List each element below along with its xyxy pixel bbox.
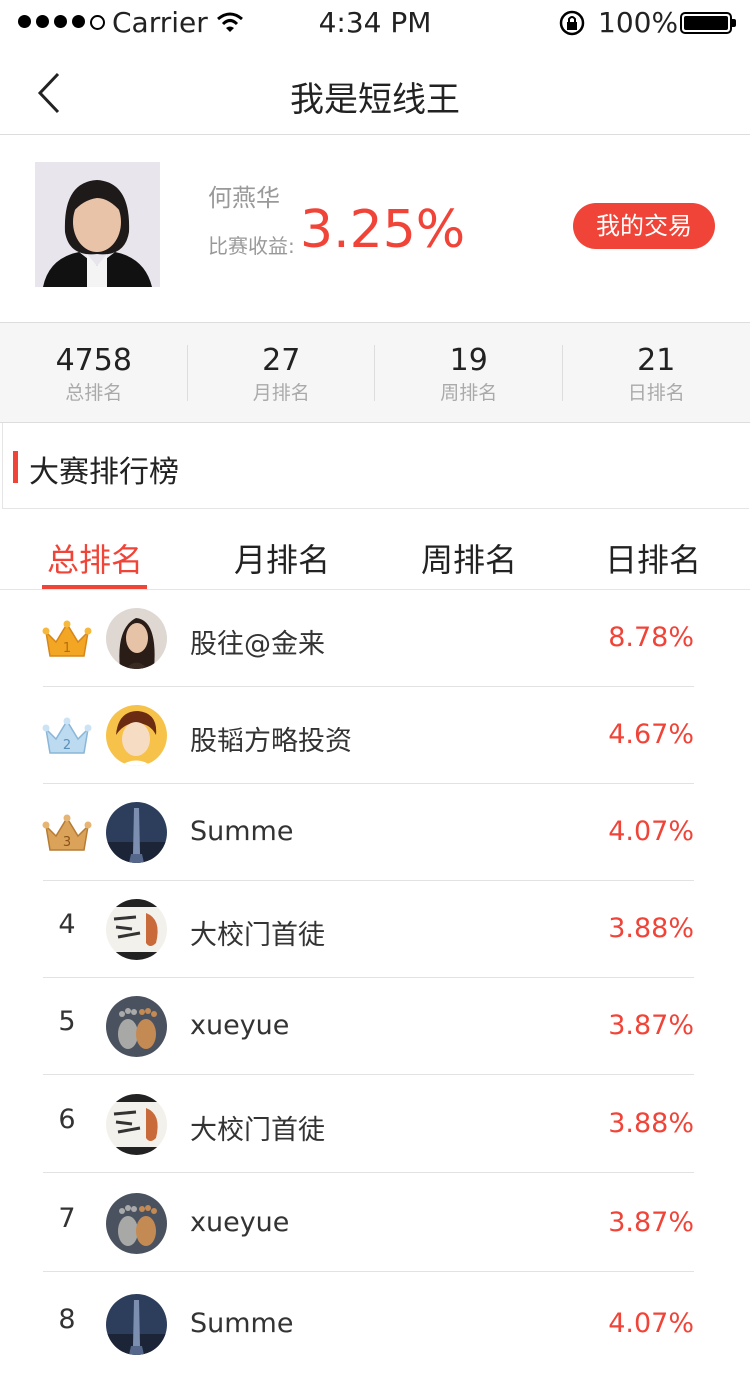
stat-value: 27 xyxy=(188,343,376,378)
my-trades-button[interactable]: 我的交易 xyxy=(573,203,715,249)
divider xyxy=(43,1172,694,1173)
return-label: 比赛收益: xyxy=(208,230,295,259)
list-item[interactable]: 5 xueyue 3.87% xyxy=(0,978,750,1075)
user-avatar xyxy=(106,899,167,960)
nav-bar: 我是短线王 xyxy=(0,48,750,135)
tab-total-rank[interactable]: 总排名 xyxy=(30,535,160,581)
rank-number: 6 xyxy=(40,1104,94,1135)
list-item[interactable]: 3 Summe 4.07% xyxy=(0,784,750,881)
user-name: 股往@金来 xyxy=(190,622,325,661)
svg-text:2: 2 xyxy=(63,738,71,753)
stat-label: 总排名 xyxy=(0,378,188,405)
gold-crown-icon: 1 xyxy=(42,620,92,660)
profile-name: 何燕华 xyxy=(208,178,280,213)
page-title: 我是短线王 xyxy=(0,72,750,121)
user-name: Summe xyxy=(190,816,293,847)
stat-label: 月排名 xyxy=(188,378,376,405)
divider xyxy=(43,1074,694,1075)
rotation-lock-icon xyxy=(558,9,586,37)
user-avatar xyxy=(106,1193,167,1254)
user-return: 3.88% xyxy=(608,913,694,944)
stat-total-rank: 4758 总排名 xyxy=(0,323,188,422)
user-avatar xyxy=(106,1094,167,1155)
profile-avatar xyxy=(35,162,160,287)
divider xyxy=(43,1271,694,1272)
user-return: 3.87% xyxy=(608,1207,694,1238)
user-name: 大校门首徒 xyxy=(190,913,325,952)
user-return: 8.78% xyxy=(608,622,694,653)
active-tab-indicator xyxy=(42,585,147,589)
ranking-tabs: 总排名 月排名 周排名 日排名 xyxy=(0,509,750,590)
user-name: 股韬方略投资 xyxy=(190,719,352,758)
user-avatar xyxy=(106,996,167,1057)
silver-crown-icon: 2 xyxy=(42,717,92,757)
bronze-crown-icon: 3 xyxy=(42,814,92,854)
user-avatar xyxy=(106,705,167,766)
status-bar: Carrier 4:34 PM 100% xyxy=(0,0,750,48)
user-return: 4.07% xyxy=(608,816,694,847)
leaderboard-section-header: 大赛排行榜 xyxy=(2,423,749,509)
user-name: Summe xyxy=(190,1308,293,1339)
stat-value: 4758 xyxy=(0,343,188,378)
user-return: 4.67% xyxy=(608,719,694,750)
list-item[interactable]: 4 大校门首徒 3.88% xyxy=(0,881,750,978)
svg-text:1: 1 xyxy=(63,641,71,656)
user-name: xueyue xyxy=(190,1010,289,1041)
list-item[interactable]: 1 股往@金来 8.78% xyxy=(0,590,750,687)
profile-card: 何燕华 比赛收益: 3.25% 我的交易 xyxy=(0,134,750,322)
list-item[interactable]: 8 Summe 4.07% xyxy=(0,1276,750,1373)
stat-day-rank: 21 日排名 xyxy=(563,323,750,422)
user-name: 大校门首徒 xyxy=(190,1108,325,1147)
user-avatar xyxy=(106,608,167,669)
stat-month-rank: 27 月排名 xyxy=(188,323,376,422)
user-return: 3.88% xyxy=(608,1108,694,1139)
battery-icon xyxy=(680,12,732,34)
stat-value: 21 xyxy=(563,343,750,378)
list-item[interactable]: 7 xueyue 3.87% xyxy=(0,1175,750,1272)
tab-week-rank[interactable]: 周排名 xyxy=(404,535,534,581)
list-item[interactable]: 2 股韬方略投资 4.67% xyxy=(0,687,750,784)
section-title: 大赛排行榜 xyxy=(29,447,179,491)
user-avatar xyxy=(106,802,167,863)
rank-number: 5 xyxy=(40,1006,94,1037)
list-item[interactable]: 6 大校门首徒 3.88% xyxy=(0,1076,750,1173)
user-return: 3.87% xyxy=(608,1010,694,1041)
tab-month-rank[interactable]: 月排名 xyxy=(217,535,347,581)
stat-label: 日排名 xyxy=(563,378,750,405)
stat-week-rank: 19 周排名 xyxy=(375,323,563,422)
rank-stats: 4758 总排名 27 月排名 19 周排名 21 日排名 xyxy=(0,322,750,423)
user-name: xueyue xyxy=(190,1207,289,1238)
return-value: 3.25% xyxy=(300,200,465,260)
section-accent-bar xyxy=(13,451,18,483)
rank-number: 7 xyxy=(40,1203,94,1234)
battery-percent: 100% xyxy=(598,6,678,39)
stat-value: 19 xyxy=(375,343,563,378)
rank-number: 8 xyxy=(40,1304,94,1335)
user-return: 4.07% xyxy=(608,1308,694,1339)
stat-label: 周排名 xyxy=(375,378,563,405)
rank-number: 4 xyxy=(40,909,94,940)
tab-day-rank[interactable]: 日排名 xyxy=(588,535,718,581)
svg-text:3: 3 xyxy=(63,835,71,850)
user-avatar xyxy=(106,1294,167,1355)
